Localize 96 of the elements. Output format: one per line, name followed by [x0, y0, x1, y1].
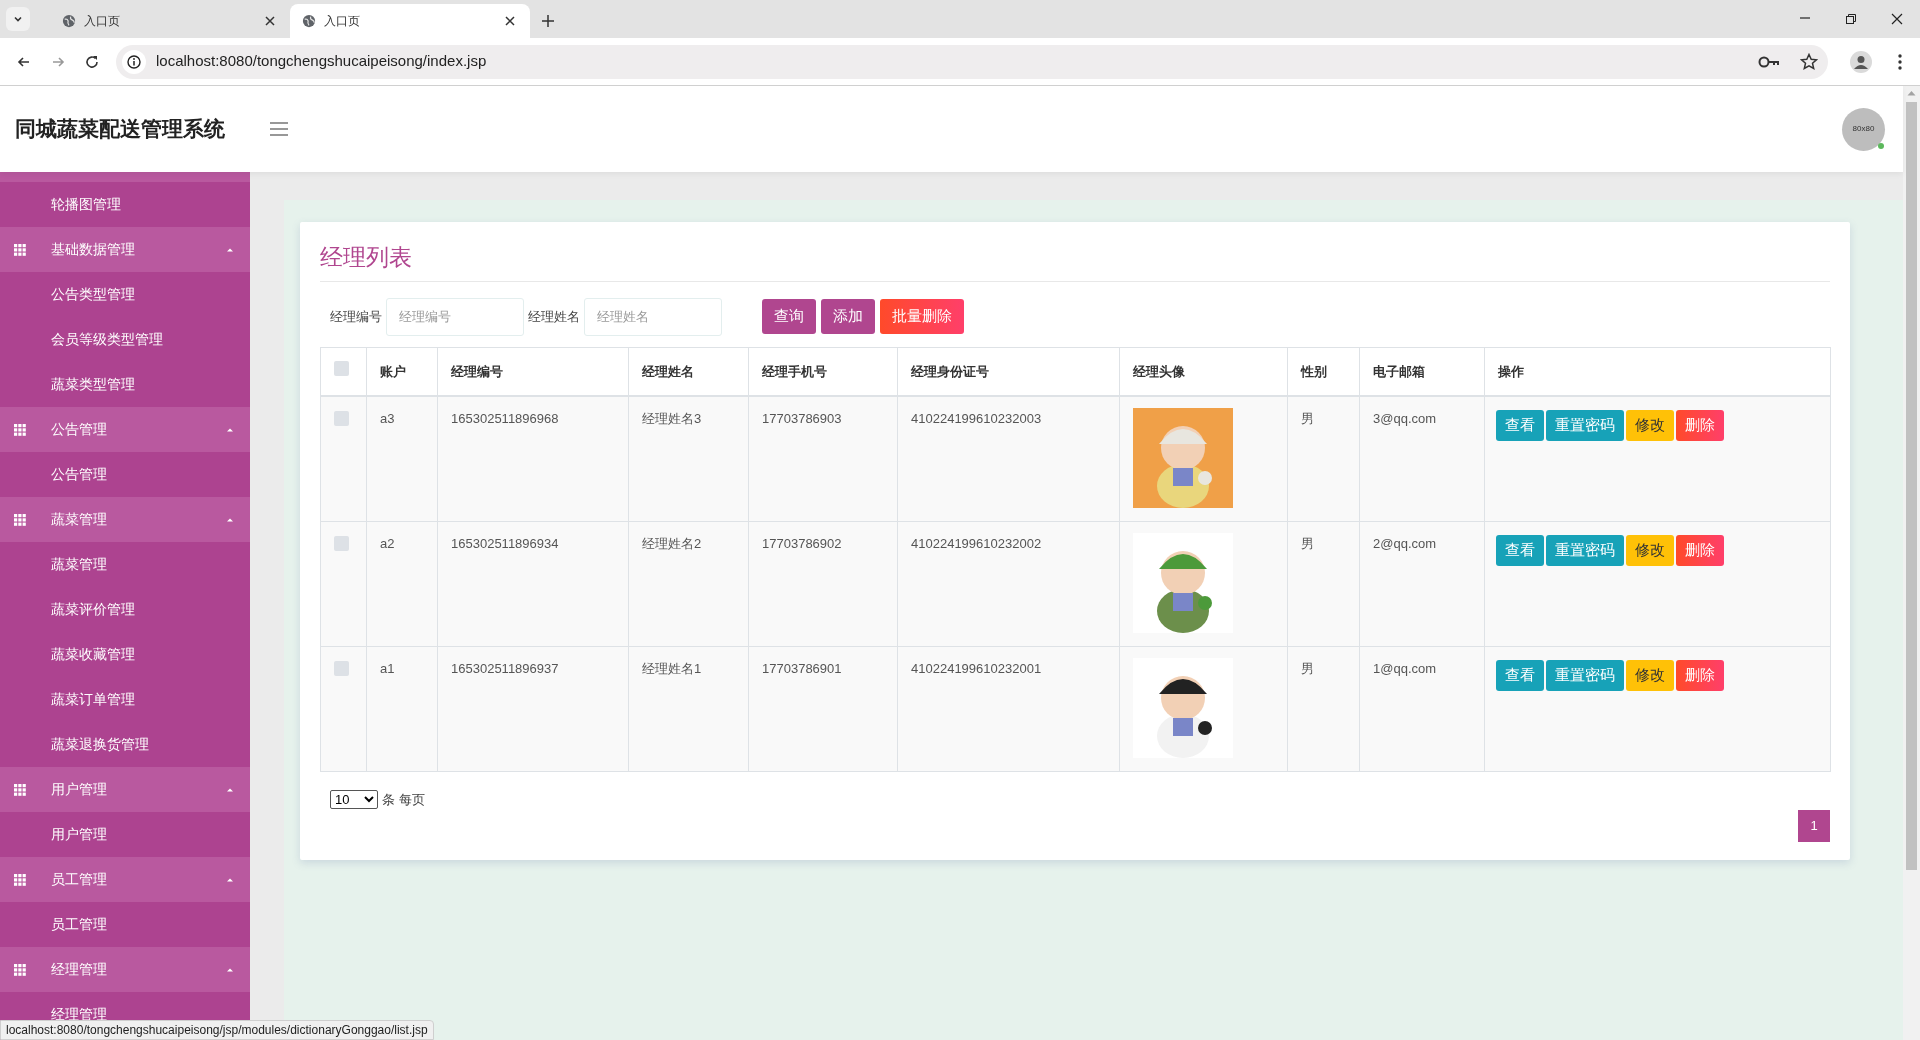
page-button[interactable]: 1 [1798, 810, 1830, 842]
grid-icon [14, 963, 26, 976]
filter-label: 经理编号 [330, 307, 382, 326]
column-header: 经理编号 [451, 363, 503, 379]
sidebar-item[interactable]: 蔬菜退换货管理 [0, 722, 250, 767]
action-button[interactable]: 批量删除 [880, 299, 964, 334]
table-cell: 410224199610232002 [911, 535, 1042, 551]
sidebar-item[interactable]: 蔬菜类型管理 [0, 362, 250, 407]
page-size-select[interactable]: 10 [330, 789, 378, 809]
table-cell: 2@qq.com [1373, 535, 1437, 551]
table-cell: 17703786902 [762, 535, 842, 551]
row-action-button[interactable]: 删除 [1676, 410, 1724, 441]
table-cell: a1 [380, 660, 395, 676]
sidebar-group[interactable]: 经理管理 [0, 947, 250, 992]
chevron-icon[interactable] [13, 14, 23, 24]
table-cell: 17703786901 [762, 660, 842, 676]
info-icon[interactable] [122, 49, 146, 74]
grid-icon [14, 873, 26, 886]
globe-icon [302, 14, 316, 28]
row-action-button[interactable]: 修改 [1626, 659, 1674, 691]
row-action-button[interactable]: 查看 [1496, 659, 1544, 691]
table-cell: 男 [1301, 660, 1314, 676]
sidebar-group[interactable]: 蔬菜管理 [0, 497, 250, 542]
sidebar-item[interactable]: 用户管理 [0, 812, 250, 857]
table-cell: 经理姓名2 [642, 535, 702, 551]
sidebar-group[interactable]: 公告管理 [0, 407, 250, 452]
filter-label: 经理姓名 [528, 307, 580, 326]
checkbox[interactable] [334, 535, 349, 551]
input-field[interactable]: 经理编号 [386, 297, 524, 336]
row-action-button[interactable]: 重置密码 [1546, 410, 1624, 441]
page-title: 经理列表 [320, 244, 412, 270]
row-action-button[interactable]: 重置密码 [1546, 534, 1624, 566]
sidebar-item[interactable]: 蔬菜订单管理 [0, 677, 250, 722]
grid-icon [14, 423, 26, 436]
column-header: 经理头像 [1133, 363, 1185, 379]
column-header: 账户 [380, 363, 406, 379]
scrollbar[interactable] [1903, 86, 1920, 1040]
table-cell: 165302511896968 [451, 411, 559, 426]
globe-icon [62, 14, 76, 28]
row-action-button[interactable]: 删除 [1676, 659, 1724, 691]
table-cell: 经理姓名3 [642, 411, 702, 426]
row-action-button[interactable]: 查看 [1496, 534, 1544, 566]
browser-tab[interactable]: 入口页 [50, 4, 290, 38]
column-header: 经理身份证号 [911, 363, 989, 379]
grid-icon [14, 243, 26, 256]
profile-icon[interactable] [1850, 50, 1872, 73]
row-action-button[interactable]: 修改 [1626, 534, 1674, 566]
column-header: 性别 [1301, 363, 1327, 379]
table-cell: 410224199610232001 [911, 660, 1042, 676]
table-cell: a3 [380, 411, 395, 426]
action-button[interactable]: 添加 [821, 299, 875, 334]
action-button[interactable]: 查询 [762, 299, 816, 334]
star-icon[interactable] [1800, 52, 1818, 71]
status-tooltip: localhost:8080/tongchengshucaipeisong/jsp/modules/dictionaryGonggao/list.jsp [0, 1020, 434, 1040]
sidebar-item[interactable]: 蔬菜管理 [0, 542, 250, 587]
table-cell: a2 [380, 535, 395, 551]
table-cell: 1@qq.com [1373, 660, 1437, 676]
sidebar-item[interactable]: 会员等级类型管理 [0, 317, 250, 362]
sidebar-item[interactable]: 蔬菜收藏管理 [0, 632, 250, 677]
url-text: localhost:8080/tongchengshucaipeisong/index.jsp [156, 51, 488, 72]
sidebar-group[interactable]: 用户管理 [0, 767, 250, 812]
table-cell: 男 [1301, 411, 1314, 426]
column-header: 经理手机号 [762, 363, 827, 379]
row-action-button[interactable]: 删除 [1676, 534, 1724, 566]
table-cell: 165302511896934 [451, 535, 559, 551]
column-header: 操作 [1498, 363, 1524, 379]
sidebar-item[interactable]: 轮播图管理 [0, 182, 250, 227]
avatar[interactable]: 80x80 [1842, 107, 1885, 151]
grid-icon [14, 783, 26, 796]
sidebar-group[interactable]: 员工管理 [0, 857, 250, 902]
column-header: 电子邮箱 [1373, 363, 1425, 379]
checkbox[interactable] [334, 361, 349, 376]
sidebar-group[interactable]: 基础数据管理 [0, 227, 250, 272]
app-title: 同城蔬菜配送管理系统 [15, 116, 225, 143]
browser-tab[interactable]: 入口页 [290, 4, 530, 38]
row-action-button[interactable]: 查看 [1496, 410, 1544, 441]
table-cell: 410224199610232003 [911, 411, 1042, 426]
input-field[interactable]: 经理姓名 [584, 297, 722, 336]
row-action-button[interactable]: 重置密码 [1546, 659, 1624, 691]
address-bar[interactable]: localhost:8080/tongchengshucaipeisong/index.jsp [116, 44, 1828, 79]
column-header: 经理姓名 [642, 363, 694, 379]
sidebar-item[interactable]: 公告类型管理 [0, 272, 250, 317]
table-cell: 3@qq.com [1373, 411, 1437, 426]
sidebar-item[interactable]: 蔬菜评价管理 [0, 587, 250, 632]
row-action-button[interactable]: 修改 [1626, 410, 1674, 441]
checkbox[interactable] [334, 660, 349, 676]
page-size-label: 条 每页 [382, 790, 425, 809]
avatar-text: 80x80 [1852, 123, 1875, 135]
table-cell: 经理姓名1 [642, 660, 702, 676]
table-cell: 男 [1301, 535, 1314, 551]
grid-icon [14, 513, 26, 526]
table-cell: 17703786903 [762, 411, 842, 426]
sidebar-item[interactable]: 公告管理 [0, 452, 250, 497]
checkbox[interactable] [334, 411, 349, 426]
table-cell: 165302511896937 [451, 660, 559, 676]
sidebar-item[interactable]: 员工管理 [0, 902, 250, 947]
